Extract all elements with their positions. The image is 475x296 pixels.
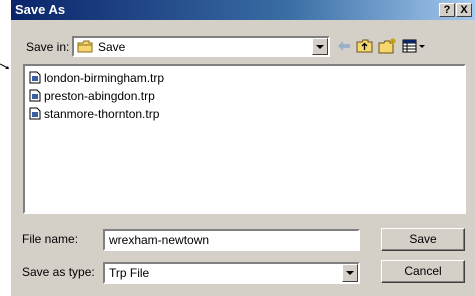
save-as-dialog: Save As ? X Save in: Save london-birming… [10, 0, 475, 296]
pointer-arrow-icon [0, 63, 9, 69]
list-item[interactable]: preston-abingdon.trp [29, 88, 155, 104]
list-item[interactable]: london-birmingham.trp [29, 70, 164, 86]
folder-icon [77, 40, 93, 53]
dialog-title: Save As [15, 2, 66, 17]
file-icon [29, 107, 41, 120]
save-in-value: Save [98, 40, 126, 54]
save-in-drop-button[interactable] [312, 38, 328, 55]
save-as-type-value: Trp File [109, 266, 150, 280]
file-list[interactable]: london-birmingham.trp preston-abingdon.t… [23, 64, 466, 214]
up-folder-icon[interactable] [355, 37, 375, 55]
help-button[interactable]: ? [439, 3, 455, 17]
save-as-type-drop-button[interactable] [342, 264, 358, 282]
save-as-type-label: Save as type: [22, 265, 95, 279]
list-item[interactable]: stanmore-thornton.trp [29, 106, 159, 122]
title-bar: Save As ? X [11, 0, 475, 20]
file-name-label: File name: [22, 232, 79, 246]
save-in-label: Save in: [26, 40, 70, 54]
save-button[interactable]: Save [381, 228, 465, 251]
save-as-type-dropdown[interactable]: Trp File [103, 262, 360, 284]
cancel-button[interactable]: Cancel [381, 260, 465, 283]
new-folder-icon[interactable] [377, 37, 397, 55]
file-name-input[interactable]: wrexham-newtown [103, 229, 360, 251]
back-arrow-icon[interactable] [334, 37, 354, 55]
file-icon [29, 89, 41, 102]
file-icon [29, 71, 41, 84]
close-button[interactable]: X [456, 3, 472, 17]
save-in-dropdown[interactable]: Save [72, 36, 330, 57]
view-menu-icon[interactable] [401, 37, 427, 55]
